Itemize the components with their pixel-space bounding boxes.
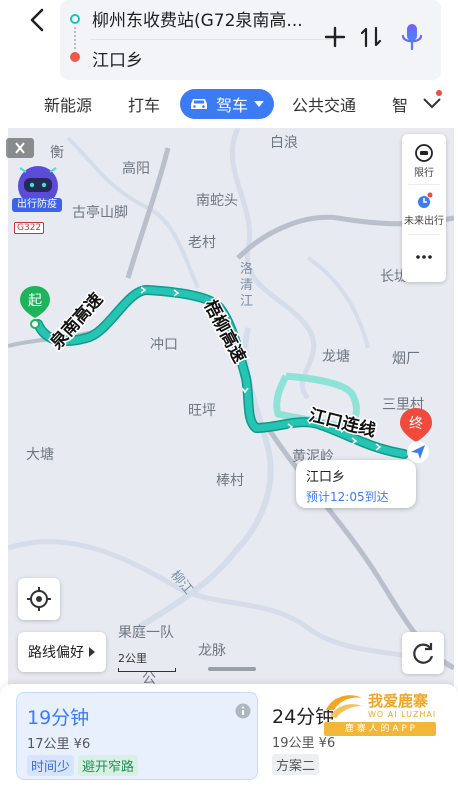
travel-mode-tabs: 新能源 打车 驾车 公共交通 智 — [0, 86, 458, 122]
end-dot-icon — [70, 52, 80, 62]
start-dot-icon — [70, 14, 80, 24]
input-divider — [90, 39, 330, 40]
tab-smart[interactable]: 智 — [392, 92, 408, 116]
river-label: 洛清江 — [240, 262, 254, 309]
place-label: 白浪 — [270, 135, 298, 151]
destination-name: 江口乡 — [306, 470, 346, 485]
place-label: 果庭一队 — [118, 625, 174, 641]
tab-taxi[interactable]: 打车 — [128, 92, 160, 116]
map-view[interactable]: 泉南高速 梧柳高速 江口连线 衡 白浪 高阳 古亭山脚 南蛇头 老村 洛清江 长… — [8, 128, 454, 688]
start-location-field[interactable]: 柳州东收费站(G72泉南高... — [92, 6, 303, 31]
tab-driving[interactable]: 驾车 — [180, 89, 275, 119]
start-pin-label: 起 — [28, 293, 42, 309]
destination-eta: 预计12:05到达 — [306, 490, 389, 504]
promo-label[interactable]: 出行防疫 — [12, 198, 62, 212]
chevron-right-icon — [89, 647, 95, 657]
start-marker[interactable]: 起 — [18, 284, 52, 330]
chevron-down-icon[interactable] — [422, 96, 442, 110]
route-time: 19分钟 — [27, 707, 90, 729]
app-root: 泉南高速 梧柳高速 江口连线 衡 白浪 高阳 古亭山脚 南蛇头 老村 洛清江 长… — [0, 0, 458, 792]
route-distance-cost: 17公里 ¥6 — [27, 737, 91, 752]
destination-field[interactable]: 江口乡 — [92, 46, 143, 71]
place-label: 高阳 — [122, 161, 150, 177]
route-tag: 时间少 — [27, 755, 75, 776]
route-input-card: 柳州东收费站(G72泉南高... 江口乡 — [60, 0, 441, 80]
place-label: 烟厂 — [392, 351, 420, 367]
traffic-restriction-label[interactable]: 限行 — [402, 164, 446, 179]
destination-bubble[interactable]: 江口乡 预计12:05到达 — [296, 460, 416, 508]
route-tags: 方案二 — [272, 754, 320, 775]
refresh-route-button[interactable] — [402, 632, 444, 674]
route-option-1[interactable]: 19分钟 17公里 ¥6 时间少 避开窄路 — [16, 692, 258, 780]
route-search-header: 柳州东收费站(G72泉南高... 江口乡 — [0, 0, 458, 86]
refresh-icon — [413, 643, 434, 664]
traffic-restriction-icon[interactable] — [415, 144, 433, 162]
watermark: 我爱鹿寨 WO AI LUZHAI 鹿 寨 人 的 A P P — [322, 688, 440, 738]
map-scale-label: 2公里 — [118, 652, 147, 665]
close-icon — [15, 142, 25, 154]
swap-icon[interactable] — [358, 24, 384, 50]
panel-divider — [408, 234, 440, 235]
panel-divider — [408, 184, 440, 185]
start-pin-icon: 起 — [20, 286, 50, 329]
info-icon[interactable] — [235, 703, 251, 719]
road-label-1: 泉南高速 — [45, 289, 107, 354]
map-scale-bar — [118, 668, 176, 672]
chevron-down-icon — [254, 101, 265, 107]
locate-icon — [27, 587, 51, 611]
end-pin-label: 终 — [409, 416, 423, 432]
car-icon — [191, 99, 207, 109]
place-label: 冲口 — [150, 337, 178, 353]
place-label: 衡 — [50, 145, 64, 161]
microphone-icon[interactable] — [400, 22, 424, 52]
map-tools-panel: 限行 未来出行 — [402, 134, 446, 282]
more-options-icon[interactable] — [415, 248, 433, 266]
route-preference-label: 路线偏好 — [28, 645, 84, 661]
tab-driving-label: 驾车 — [216, 96, 249, 115]
future-travel-label[interactable]: 未来出行 — [402, 212, 446, 227]
route-tag: 避开窄路 — [78, 755, 139, 776]
tab-public-transit[interactable]: 公共交通 — [292, 92, 356, 116]
place-label: 大塘 — [26, 447, 54, 463]
route-tag: 方案二 — [272, 754, 320, 775]
place-label: 老村 — [188, 235, 216, 251]
place-label: 南蛇头 — [196, 193, 238, 209]
back-arrow-icon[interactable] — [26, 6, 50, 34]
route-tags: 时间少 避开窄路 — [27, 755, 139, 776]
add-waypoint-icon[interactable] — [322, 24, 348, 50]
watermark-subtitle: WO AI LUZHAI — [368, 710, 437, 719]
watermark-logo-icon — [326, 695, 362, 718]
place-label: 棒村 — [216, 473, 244, 489]
route-preference-button[interactable]: 路线偏好 — [18, 632, 106, 672]
close-promo-button[interactable] — [6, 138, 34, 158]
place-label: 龙塘 — [322, 349, 350, 365]
watermark-app-banner: 鹿 寨 人 的 A P P — [324, 722, 436, 736]
place-label: 古亭山脚 — [72, 205, 128, 221]
place-label: 旺坪 — [188, 403, 216, 419]
locate-me-button[interactable] — [18, 578, 60, 620]
highway-badge: G322 — [14, 222, 45, 234]
place-label: 龙脉 — [198, 643, 226, 659]
road-label-3: 江口连线 — [307, 404, 378, 441]
tab-new-energy[interactable]: 新能源 — [44, 92, 92, 116]
notification-dot — [436, 90, 442, 96]
watermark-title: 我爱鹿寨 — [368, 692, 429, 710]
sheet-drag-handle[interactable] — [208, 667, 256, 671]
route-dotted-connector — [74, 27, 76, 49]
future-travel-icon[interactable] — [415, 192, 433, 210]
